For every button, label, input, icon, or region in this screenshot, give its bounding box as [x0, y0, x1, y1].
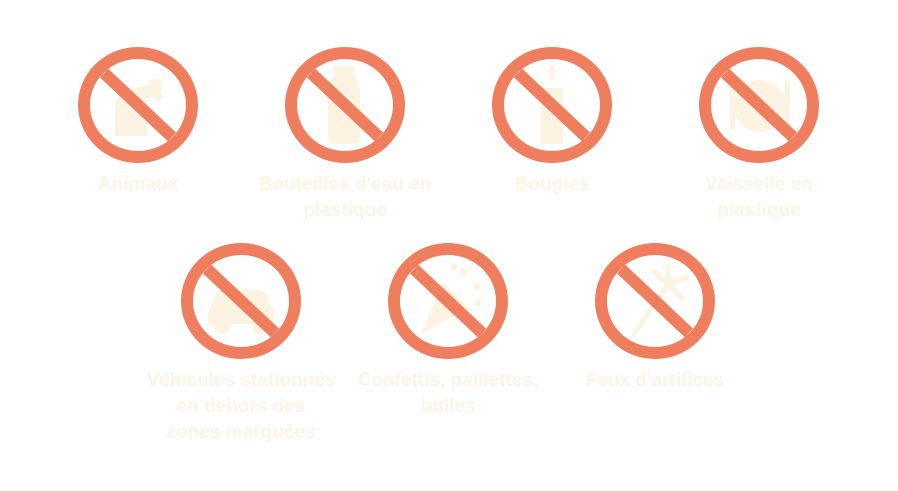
item-label-animals: Animaux: [97, 174, 179, 195]
confetti-icon: [388, 243, 508, 359]
prohibited-items-page: { "colors": { "sign_red": "#ef7e5e", "pi…: [0, 0, 898, 491]
fireworks-icon: [595, 243, 715, 359]
motorized-vehicle-icon: [181, 243, 301, 359]
candle-icon: [492, 47, 612, 163]
item-label-candles: Bougies: [514, 174, 590, 195]
item-plastic-bottles: Bouteilles d'eau en plastique: [245, 46, 445, 224]
item-confetti: Confettis, paillettes, bulles: [348, 242, 548, 420]
item-label-parked-vehicles: Véhicules stationnés en dehors des zones…: [146, 370, 336, 443]
plastic-tableware-icon: [699, 47, 819, 163]
item-plastic-tableware: Vaisselle en plastique: [659, 46, 859, 224]
plastic-bottle-icon: [285, 47, 405, 163]
item-label-confetti: Confettis, paillettes, bulles: [357, 370, 539, 417]
item-label-plastic-bottles: Bouteilles d'eau en plastique: [258, 174, 432, 221]
animal-icon: [78, 47, 198, 163]
item-candles: Bougies: [452, 46, 652, 198]
item-fireworks: Feux d'artifices: [555, 242, 755, 394]
item-animals: Animaux: [38, 46, 238, 198]
item-label-fireworks: Feux d'artifices: [585, 370, 725, 391]
item-label-plastic-tableware: Vaisselle en plastique: [705, 174, 813, 221]
item-parked-vehicles: Véhicules stationnés en dehors des zones…: [141, 242, 341, 446]
